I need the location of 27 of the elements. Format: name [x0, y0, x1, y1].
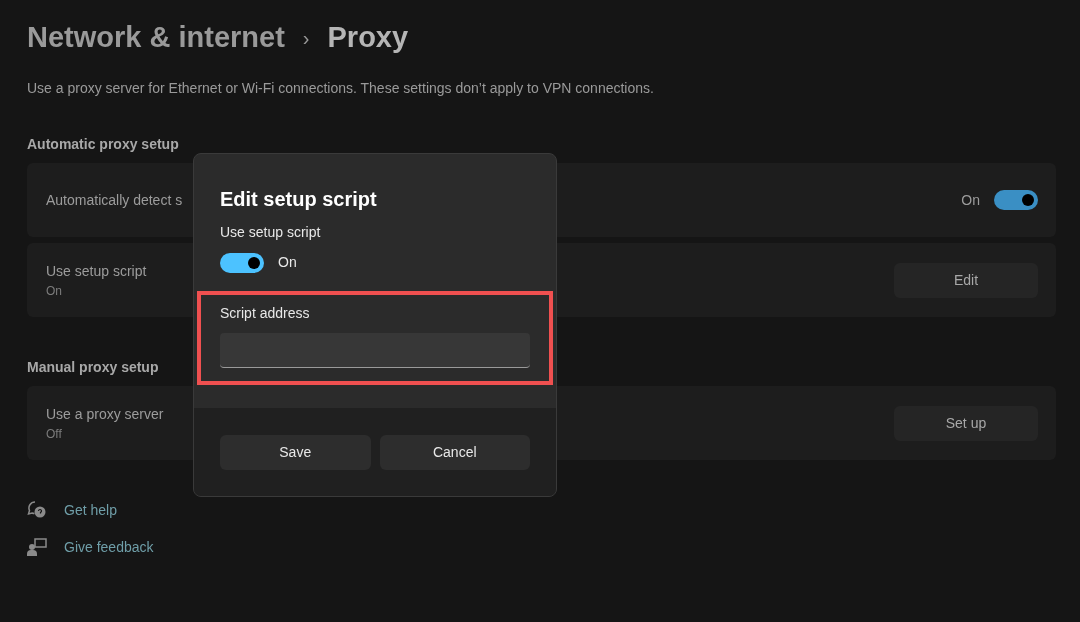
- toggle-switch[interactable]: [220, 252, 264, 273]
- breadcrumb-parent[interactable]: Network & internet: [27, 16, 285, 60]
- setting-title: Use setup script: [46, 261, 147, 281]
- help-icon: [27, 501, 47, 519]
- setting-status: On: [46, 282, 63, 300]
- toggle-state-label: On: [278, 253, 297, 272]
- setting-button[interactable]: Set up: [894, 405, 1038, 441]
- chevron-separator: ›: [302, 26, 310, 51]
- setting-title: Use a proxy server: [46, 404, 164, 424]
- toggle-state-label: On: [961, 190, 980, 210]
- dialog-button[interactable]: Cancel: [379, 434, 530, 470]
- toggle-switch[interactable]: [994, 190, 1038, 210]
- feedback-icon: [27, 538, 47, 556]
- script-address-field[interactable]: [220, 333, 530, 368]
- page-title: Proxy: [327, 20, 409, 56]
- section-heading: Automatic proxy setup: [27, 135, 180, 154]
- field-label: Script address: [220, 304, 311, 323]
- description-text: Use a proxy server for Ethernet or Wi-Fi connections. These settings don’t apply to VPN connections.: [27, 79, 655, 98]
- setting-title: Automatically detect s: [46, 190, 183, 210]
- help-link[interactable]: Get help: [64, 499, 117, 521]
- setting-button[interactable]: Edit: [894, 262, 1038, 298]
- toggle-label: Use setup script: [220, 223, 322, 242]
- help-link[interactable]: Give feedback: [64, 536, 154, 558]
- setting-status: Off: [46, 425, 63, 443]
- section-heading: Manual proxy setup: [27, 358, 160, 377]
- dialog-button[interactable]: Save: [220, 434, 371, 470]
- dialog-title: Edit setup script: [220, 187, 378, 212]
